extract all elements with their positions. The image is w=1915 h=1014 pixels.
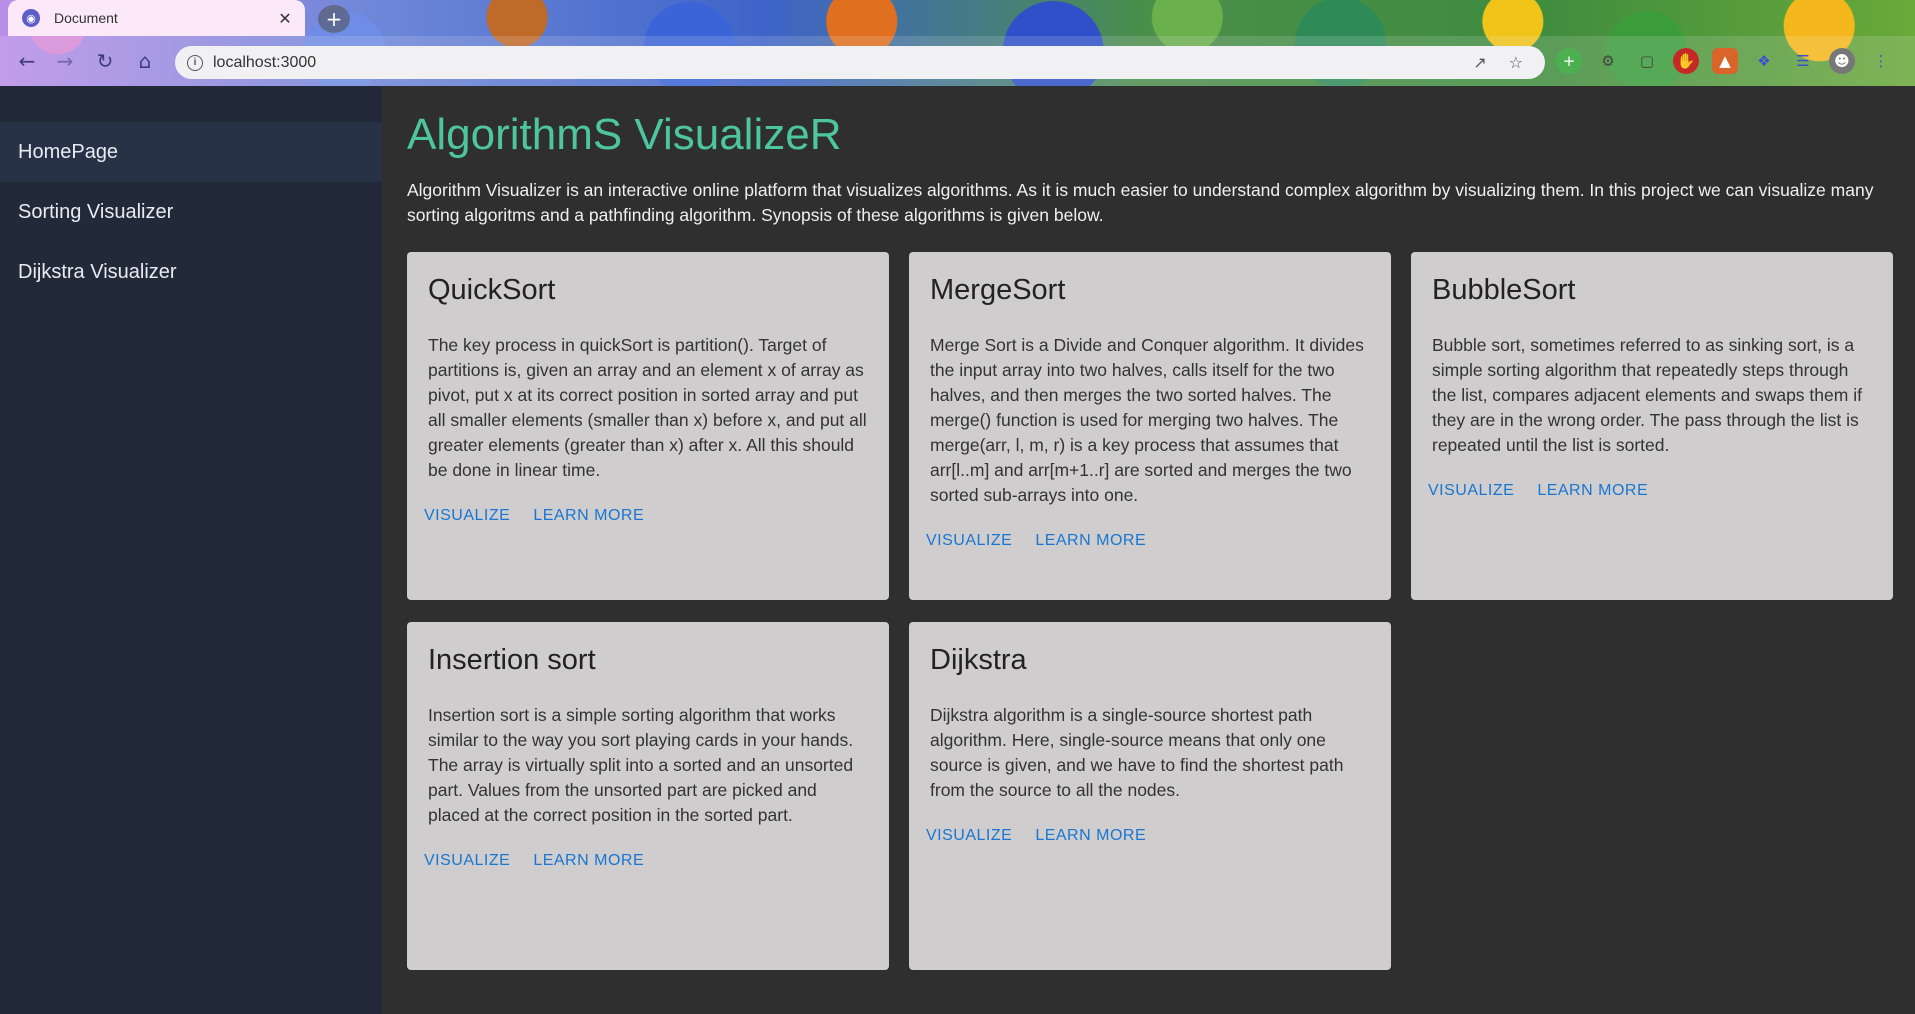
sidebar-item-dijkstra-visualizer[interactable]: Dijkstra Visualizer (0, 242, 382, 302)
tab-title: Document (54, 10, 118, 26)
visualize-button[interactable]: VISUALIZE (424, 852, 510, 870)
learn-more-button[interactable]: LEARN MORE (1537, 482, 1648, 500)
card-title: Dijkstra (930, 644, 1027, 676)
sidebar-item-homepage[interactable]: HomePage (0, 122, 382, 182)
visualize-button[interactable]: VISUALIZE (424, 507, 510, 525)
card-title: MergeSort (930, 274, 1066, 306)
browser-toolbar: ← → ↻ ⌂ i localhost:3000 ↗ ☆ + ⚙ ▢ ✋ ▲ ❖… (0, 36, 1915, 86)
visualize-button[interactable]: VISUALIZE (926, 532, 1012, 550)
card-title: QuickSort (428, 274, 556, 306)
share-icon[interactable]: ↗ (1473, 53, 1486, 72)
close-tab-icon[interactable]: ✕ (275, 9, 295, 28)
card-text: Merge Sort is a Divide and Conquer algor… (930, 335, 1364, 505)
card-mergesort: MergeSort Merge Sort is a Divide and Con… (909, 252, 1391, 600)
shield-icon[interactable]: ✋ (1673, 48, 1699, 74)
learn-more-button[interactable]: LEARN MORE (533, 507, 644, 525)
page-title: AlgorithmS VisualizeR (407, 110, 842, 159)
forward-arrow-icon[interactable]: → (50, 46, 80, 76)
bug-icon[interactable]: ⚙ (1595, 48, 1621, 74)
card-text: Insertion sort is a simple sorting algor… (428, 705, 854, 825)
card-quicksort: QuickSort The key process in quickSort i… (407, 252, 889, 600)
card-text: Dijkstra algorithm is a single-source sh… (930, 705, 1344, 800)
puzzle-icon[interactable]: ❖ (1751, 48, 1777, 74)
bag-icon[interactable]: ▢ (1634, 48, 1660, 74)
globe-icon: ◉ (22, 9, 40, 27)
learn-more-button[interactable]: LEARN MORE (1035, 532, 1146, 550)
card-text: The key process in quickSort is partitio… (428, 335, 867, 480)
browser-chrome: ◉ Document ✕ + ← → ↻ ⌂ i localhost:3000 … (0, 0, 1915, 86)
browser-tab[interactable]: ◉ Document ✕ (8, 0, 305, 36)
intro-text: Algorithm Visualizer is an interactive o… (407, 180, 1874, 225)
playlist-icon[interactable]: ☰ (1790, 48, 1816, 74)
card-title: Insertion sort (428, 644, 596, 676)
visualize-button[interactable]: VISUALIZE (1428, 482, 1514, 500)
url-text: localhost:3000 (213, 53, 317, 71)
new-tab-button[interactable]: + (318, 5, 350, 33)
card-bubblesort: BubbleSort Bubble sort, sometimes referr… (1411, 252, 1893, 600)
info-icon[interactable]: i (187, 54, 203, 71)
card-insertion-sort: Insertion sort Insertion sort is a simpl… (407, 622, 889, 970)
menu-dots-icon[interactable]: ⋮ (1868, 48, 1894, 74)
reload-icon[interactable]: ↻ (90, 46, 120, 76)
learn-more-button[interactable]: LEARN MORE (1035, 827, 1146, 845)
extensions-bar: + ⚙ ▢ ✋ ▲ ❖ ☰ ☻ ⋮ (1556, 46, 1894, 76)
sidebar-item-sorting-visualizer[interactable]: Sorting Visualizer (0, 182, 382, 242)
back-arrow-icon[interactable]: ← (12, 46, 42, 76)
avatar[interactable]: ☻ (1829, 48, 1855, 74)
extension-green-icon[interactable]: + (1556, 48, 1582, 74)
main-content: AlgorithmS VisualizeR Algorithm Visualiz… (382, 86, 1915, 1014)
learn-more-button[interactable]: LEARN MORE (533, 852, 644, 870)
card-dijkstra: Dijkstra Dijkstra algorithm is a single-… (909, 622, 1391, 970)
extension-orange-icon[interactable]: ▲ (1712, 48, 1738, 74)
star-icon[interactable]: ☆ (1509, 53, 1523, 72)
card-title: BubbleSort (1432, 274, 1576, 306)
visualize-button[interactable]: VISUALIZE (926, 827, 1012, 845)
home-icon[interactable]: ⌂ (130, 46, 160, 76)
card-text: Bubble sort, sometimes referred to as si… (1432, 335, 1862, 455)
address-bar[interactable]: i localhost:3000 ↗ ☆ (175, 46, 1545, 79)
sidebar: HomePage Sorting Visualizer Dijkstra Vis… (0, 86, 382, 1014)
